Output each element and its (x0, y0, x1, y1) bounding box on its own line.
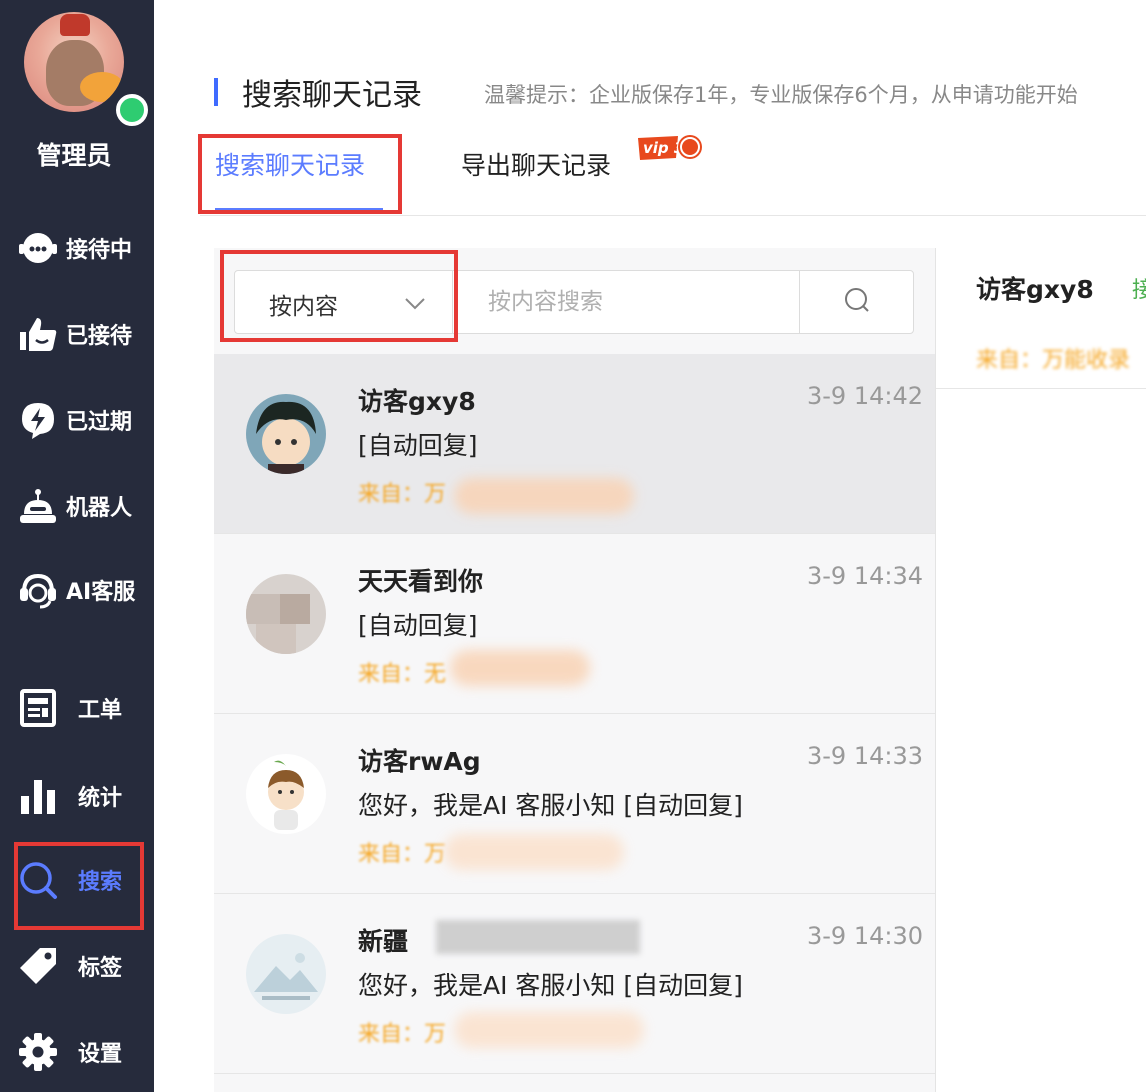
highlight-box-search-type (220, 250, 458, 342)
redaction-blur (454, 1012, 644, 1048)
nav-label: 标签 (78, 956, 123, 981)
tag-icon (18, 946, 58, 986)
nav-label: 工单 (78, 698, 123, 723)
vip-badge: vip 3 (636, 134, 704, 162)
conversation-time: 3-9 14:30 (807, 922, 923, 950)
page-title: 搜索聊天记录 (242, 78, 422, 113)
highlight-box-nav-search (14, 842, 144, 930)
conversation-item[interactable]: 访客gxy8 3-9 14:42 [自动回复] 来自：万 (214, 354, 935, 534)
conversation-time: 3-9 14:42 (807, 382, 923, 410)
admin-name: 管理员 (36, 141, 112, 170)
conversation-source: 来自：万 (358, 842, 447, 867)
visitor-avatar (246, 754, 326, 834)
search-icon (843, 286, 871, 318)
nav-item-receiving[interactable]: 接待中 (0, 218, 154, 278)
nav-item-expired[interactable]: 已过期 (0, 390, 154, 450)
conversation-last-message: [自动回复] (358, 431, 478, 460)
conversation-last-message: [自动回复] (358, 611, 478, 640)
ticket-icon (18, 688, 58, 728)
tab-export-chat-records[interactable]: 导出聊天记录 (461, 146, 611, 182)
nav-label: 已过期 (66, 410, 133, 435)
conversation-last-message: 您好，我是AI 客服小知 [自动回复] (358, 791, 743, 820)
headset-icon (18, 228, 58, 268)
conversation-time: 3-9 14:33 (807, 742, 923, 770)
redaction-blur (454, 478, 634, 514)
conversation-name: 访客gxy8 (358, 387, 476, 416)
tabs-divider (200, 215, 1146, 216)
ai-headset-icon (18, 570, 58, 610)
nav-item-tags[interactable]: 标签 (0, 936, 154, 996)
detail-divider (936, 388, 1146, 389)
nav-item-ticket[interactable]: 工单 (0, 678, 154, 738)
detail-visitor-name: 访客gxy8 (976, 275, 1094, 304)
search-button[interactable] (799, 271, 914, 333)
admin-avatar[interactable] (24, 12, 148, 126)
retention-hint: 温馨提示：企业版保存1年，专业版保存6个月，从申请功能开始 (484, 83, 1078, 107)
nav-item-settings[interactable]: 设置 (0, 1022, 154, 1082)
conversation-name: 天天看到你 (358, 567, 484, 596)
nav-label: AI客服 (66, 580, 136, 605)
robot-icon (18, 486, 58, 526)
conversation-source: 来自：万 (358, 482, 447, 507)
redaction-blur (436, 920, 640, 954)
redaction-blur (444, 834, 624, 870)
nav-label: 已接待 (66, 324, 133, 349)
nav-item-received[interactable]: 已接待 (0, 304, 154, 364)
online-status-dot (116, 94, 148, 126)
search-input[interactable] (454, 271, 799, 333)
conversation-item[interactable]: 新疆 3-9 14:30 您好，我是AI 客服小知 [自动回复] 来自：万 (214, 894, 935, 1074)
title-accent-bar (214, 78, 218, 106)
conversation-name: 新疆 (358, 927, 409, 956)
nav-label: 设置 (78, 1042, 123, 1067)
conversation-name: 访客rwAg (358, 747, 481, 776)
redaction-blur (450, 650, 590, 686)
conversation-item[interactable]: 访客rwAg 3-9 14:33 您好，我是AI 客服小知 [自动回复] 来自：… (214, 714, 935, 894)
conversation-time: 3-9 14:34 (807, 562, 923, 590)
nav-item-robot[interactable]: 机器人 (0, 476, 154, 536)
detail-source: 来自：万能收录 (976, 348, 1131, 373)
detail-status: 接 (1132, 278, 1146, 303)
visitor-avatar (246, 934, 326, 1014)
conversation-item[interactable]: 天天看到你 3-9 14:34 [自动回复] 来自：无 (214, 534, 935, 714)
nav-item-ai-service[interactable]: AI客服 (0, 560, 154, 620)
highlight-box-tab-search (198, 134, 402, 214)
visitor-avatar (246, 394, 326, 474)
nav-label: 接待中 (66, 238, 133, 263)
lightning-icon (18, 400, 58, 440)
conversation-source: 来自：万 (358, 1022, 447, 1047)
visitor-avatar (246, 574, 326, 654)
conversation-last-message: 您好，我是AI 客服小知 [自动回复] (358, 971, 743, 1000)
nav-item-statistics[interactable]: 统计 (0, 766, 154, 826)
conversation-source: 来自：无 (358, 662, 447, 687)
bar-chart-icon (18, 776, 58, 816)
gear-icon (18, 1032, 58, 1072)
nav-label: 机器人 (66, 496, 133, 521)
thumbs-up-icon (18, 314, 58, 354)
avatar-image (24, 12, 124, 112)
nav-label: 统计 (78, 786, 123, 811)
